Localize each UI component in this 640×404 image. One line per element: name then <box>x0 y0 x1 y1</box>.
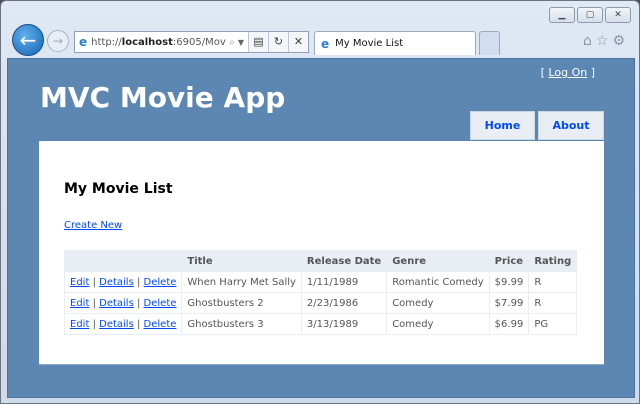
col-price: Price <box>488 250 530 272</box>
logon-link[interactable]: Log On <box>548 66 587 79</box>
maximize-button[interactable]: ▢ <box>577 7 603 23</box>
ie-icon: e <box>321 36 330 51</box>
details-link[interactable]: Details <box>99 298 134 309</box>
cell-genre: Comedy <box>386 313 490 335</box>
forward-button[interactable]: → <box>47 30 69 52</box>
address-url[interactable]: http://localhost:6905/Movies <box>91 37 226 48</box>
edit-link[interactable]: Edit <box>70 319 89 330</box>
home-icon[interactable]: ⌂ <box>583 33 596 49</box>
cell-price: $9.99 <box>488 271 530 293</box>
table-header: Title Release Date Genre Price Rating <box>63 250 578 272</box>
logon-area: [ Log On ] <box>540 66 595 79</box>
back-button[interactable]: ← <box>12 24 44 56</box>
details-link[interactable]: Details <box>99 277 134 288</box>
cell-price: $7.99 <box>488 292 530 314</box>
cell-price: $6.99 <box>488 313 530 335</box>
table-row: Edit | Details | Delete When Harry Met Sa… <box>63 271 578 293</box>
movie-table: Title Release Date Genre Price Rating Ed… <box>63 250 578 335</box>
main-panel: My Movie List Create New Title Release D… <box>39 141 604 365</box>
window-controls: ▁ ▢ ✕ <box>549 7 631 23</box>
cell-genre: Comedy <box>386 292 490 314</box>
col-genre: Genre <box>386 250 490 272</box>
cell-title: When Harry Met Sally <box>181 271 302 293</box>
create-new-link[interactable]: Create New <box>64 220 122 231</box>
nav-about[interactable]: About <box>538 111 604 140</box>
cell-date: 2/23/1986 <box>300 292 388 314</box>
edit-link[interactable]: Edit <box>70 298 89 309</box>
address-bar[interactable]: e http://localhost:6905/Movies ⌕ ▼ ▤ ↻ ✕ <box>74 31 309 53</box>
details-link[interactable]: Details <box>99 319 134 330</box>
page-content: [ Log On ] MVC Movie App Home About My M… <box>7 58 635 398</box>
favorites-icon[interactable]: ☆ <box>596 33 613 49</box>
stop-icon[interactable]: ✕ <box>288 32 308 52</box>
main-nav: Home About <box>470 111 604 140</box>
edit-link[interactable]: Edit <box>70 277 89 288</box>
page-title: My Movie List <box>64 181 173 197</box>
close-window-button[interactable]: ✕ <box>605 7 631 23</box>
cell-genre: Romantic Comedy <box>386 271 490 293</box>
app-title: MVC Movie App <box>40 81 286 114</box>
delete-link[interactable]: Delete <box>144 277 177 288</box>
table-row: Edit | Details | Delete Ghostbusters 3 3/1… <box>63 313 578 335</box>
cell-rating: R <box>528 292 578 314</box>
settings-icon[interactable]: ⚙ <box>612 33 629 49</box>
forward-icon: → <box>52 34 64 48</box>
table-row: Edit | Details | Delete Ghostbusters 2 2/2… <box>63 292 578 314</box>
browser-window: ▁ ▢ ✕ ← → e http://localhost:6905/Movies… <box>0 0 640 404</box>
cell-date: 1/11/1989 <box>300 271 388 293</box>
row-actions: Edit | Details | Delete <box>63 292 183 314</box>
row-actions: Edit | Details | Delete <box>63 271 183 293</box>
ie-icon: e <box>79 35 88 49</box>
dropdown-icon[interactable]: ▼ <box>238 38 244 47</box>
cell-rating: R <box>528 271 578 293</box>
cell-rating: PG <box>528 313 578 335</box>
cell-title: Ghostbusters 2 <box>181 292 302 314</box>
toolbar-icons: ⌂☆⚙ <box>583 33 629 49</box>
cell-date: 3/13/1989 <box>300 313 388 335</box>
col-rating: Rating <box>528 250 578 272</box>
col-title: Title <box>181 250 302 272</box>
compat-icon[interactable]: ▤ <box>248 32 268 52</box>
new-tab-button[interactable] <box>479 31 500 55</box>
delete-link[interactable]: Delete <box>144 319 177 330</box>
cell-title: Ghostbusters 3 <box>181 313 302 335</box>
nav-home[interactable]: Home <box>470 111 535 140</box>
minimize-button[interactable]: ▁ <box>549 7 575 23</box>
delete-link[interactable]: Delete <box>144 298 177 309</box>
refresh-icon[interactable]: ↻ <box>268 32 288 52</box>
search-icon[interactable]: ⌕ <box>229 37 235 48</box>
row-actions: Edit | Details | Delete <box>63 313 183 335</box>
back-icon: ← <box>19 28 37 52</box>
col-actions <box>63 250 183 272</box>
tab-my-movie-list[interactable]: e My Movie List <box>314 31 476 55</box>
col-release-date: Release Date <box>300 250 388 272</box>
